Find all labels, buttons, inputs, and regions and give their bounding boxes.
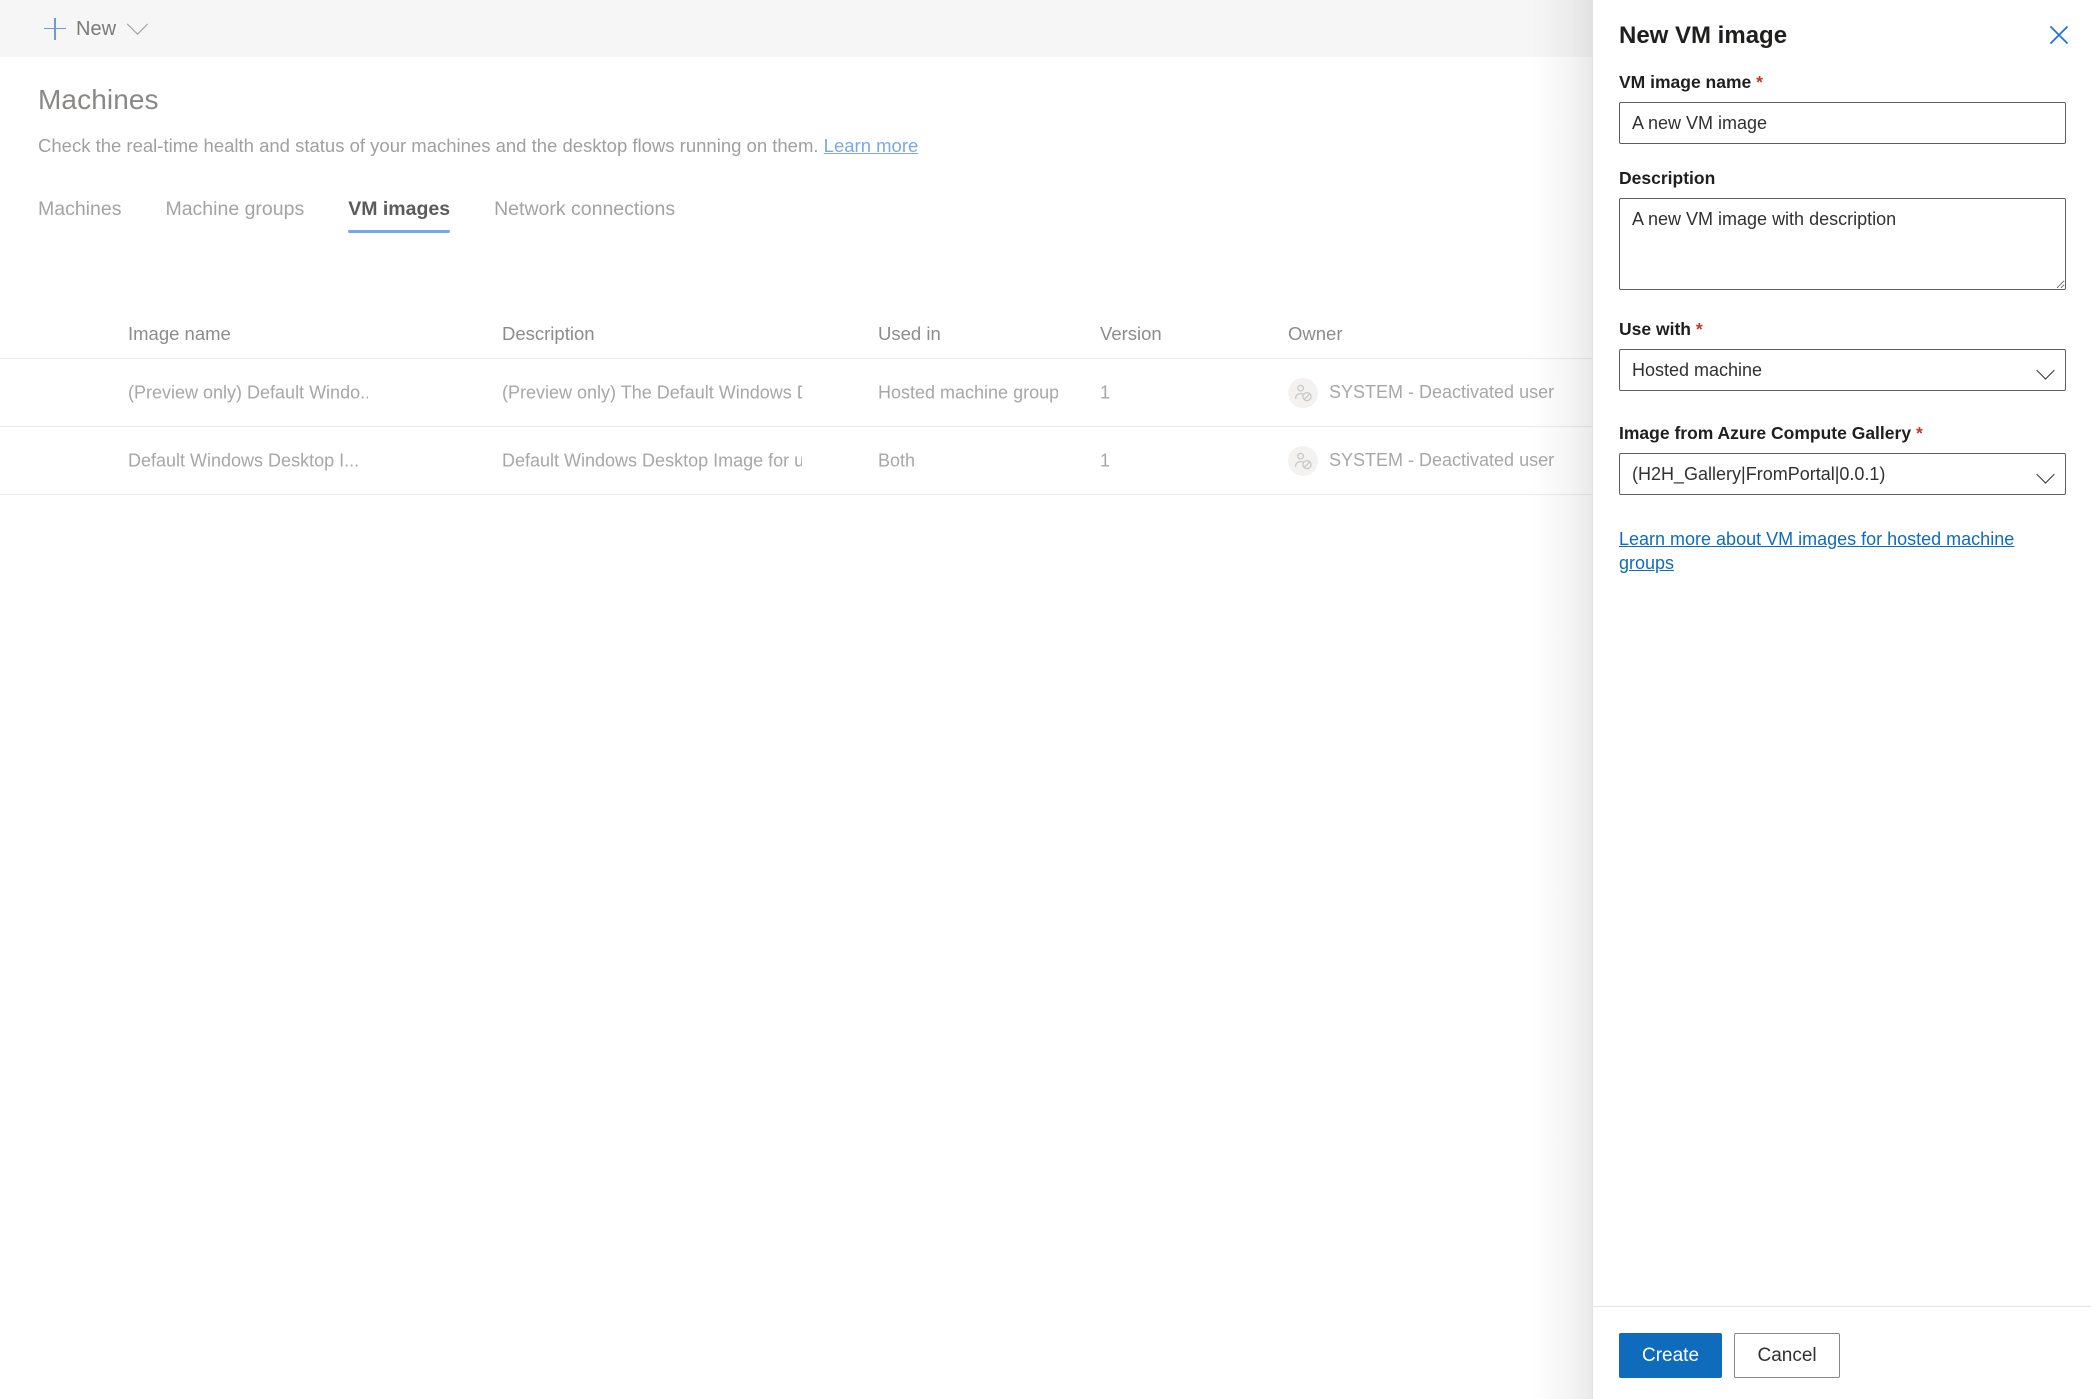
gallery-image-label: Image from Azure Compute Gallery *: [1619, 423, 2066, 444]
vm-image-name-label-text: VM image name: [1619, 72, 1752, 92]
cell-owner: SYSTEM - Deactivated user: [1288, 445, 1578, 476]
required-indicator: *: [1756, 72, 1763, 92]
gallery-image-select[interactable]: (H2H_Gallery|FromPortal|0.0.1): [1619, 453, 2066, 495]
page-subtitle: Check the real-time health and status of…: [38, 135, 919, 156]
panel-learn-more-link[interactable]: Learn more about VM images for hosted ma…: [1619, 529, 2014, 573]
page-subtitle-text: Check the real-time health and status of…: [38, 135, 819, 156]
create-button[interactable]: Create: [1619, 1333, 1723, 1378]
use-with-select-wrapper: Hosted machine: [1619, 349, 2066, 391]
column-header-description[interactable]: Description: [502, 323, 802, 345]
cell-description: (Preview only) The Default Windows Desk.…: [502, 382, 802, 402]
description-label: Description: [1619, 168, 2066, 189]
plus-icon: [44, 17, 66, 40]
deactivated-user-icon: [1288, 445, 1318, 476]
gallery-image-select-wrapper: (H2H_Gallery|FromPortal|0.0.1): [1619, 453, 2066, 495]
tab-label: Machine groups: [165, 198, 305, 220]
learn-more-link[interactable]: Learn more: [824, 135, 919, 156]
chevron-down-icon: [126, 13, 149, 35]
cell-image-name: Default Windows Desktop I...: [128, 450, 360, 470]
column-header-version[interactable]: Version: [1100, 323, 1190, 345]
field-use-with: Use with * Hosted machine: [1619, 319, 2066, 391]
column-header-owner[interactable]: Owner: [1288, 323, 1578, 345]
command-bar: New: [0, 0, 1592, 57]
tab-list: Machines Machine groups VM images Networ…: [38, 195, 697, 241]
cell-owner: SYSTEM - Deactivated user: [1288, 377, 1578, 408]
description-textarea[interactable]: A new VM image with description: [1619, 198, 2066, 290]
tab-network-connections[interactable]: Network connections: [472, 195, 697, 233]
field-vm-image-name: VM image name *: [1619, 72, 2066, 144]
new-button[interactable]: New: [38, 0, 151, 57]
tab-vm-images[interactable]: VM images: [326, 195, 472, 233]
cell-used-in: Hosted machine group: [878, 382, 1058, 402]
panel-footer: Create Cancel: [1593, 1306, 2091, 1399]
tab-machines[interactable]: Machines: [38, 195, 143, 233]
use-with-select[interactable]: Hosted machine: [1619, 349, 2066, 391]
vm-image-name-input[interactable]: [1619, 102, 2066, 144]
vm-image-name-label: VM image name *: [1619, 72, 2066, 93]
owner-name: SYSTEM - Deactivated user: [1329, 450, 1555, 470]
owner-name: SYSTEM - Deactivated user: [1329, 382, 1555, 402]
new-button-label: New: [76, 17, 117, 40]
table-row[interactable]: (Preview only) Default Windo... (Preview…: [0, 359, 1592, 427]
field-gallery-image: Image from Azure Compute Gallery * (H2H_…: [1619, 423, 2066, 495]
field-description: Description A new VM image with descript…: [1619, 168, 2066, 295]
cell-image-name: (Preview only) Default Windo...: [128, 382, 368, 402]
description-label-text: Description: [1619, 168, 1716, 188]
cell-description: Default Windows Desktop Image for use i.…: [502, 450, 802, 470]
cell-version: 1: [1100, 450, 1111, 470]
vm-images-table: Image name Description Used in Version O…: [0, 310, 1592, 495]
panel-body: VM image name * Description A new VM ima…: [1593, 72, 2091, 1306]
tab-label: Network connections: [494, 198, 676, 220]
tab-machine-groups[interactable]: Machine groups: [143, 195, 326, 233]
cell-used-in: Both: [878, 450, 916, 470]
deactivated-user-icon: [1288, 377, 1318, 408]
tab-label: Machines: [38, 198, 122, 220]
tab-label: VM images: [348, 198, 451, 220]
table-header-row: Image name Description Used in Version O…: [0, 310, 1592, 359]
panel-header: New VM image: [1593, 0, 2091, 72]
column-header-image-name[interactable]: Image name: [128, 323, 368, 345]
use-with-label: Use with *: [1619, 319, 2066, 340]
new-vm-image-panel: New VM image VM image name * Description…: [1592, 0, 2091, 1399]
close-icon[interactable]: [2042, 18, 2076, 52]
page-title: Machines: [38, 84, 159, 115]
cancel-button[interactable]: Cancel: [1734, 1333, 1840, 1378]
required-indicator: *: [1695, 319, 1703, 339]
main-content-area: New Machines Check the real-time health …: [0, 0, 1592, 1399]
required-indicator: *: [1915, 423, 1923, 443]
gallery-image-label-text: Image from Azure Compute Gallery: [1619, 423, 1912, 443]
panel-title: New VM image: [1619, 22, 1788, 49]
column-header-used-in[interactable]: Used in: [878, 323, 1058, 345]
table-row[interactable]: Default Windows Desktop I... Default Win…: [0, 427, 1592, 495]
cell-version: 1: [1100, 382, 1111, 402]
use-with-label-text: Use with: [1619, 319, 1691, 339]
